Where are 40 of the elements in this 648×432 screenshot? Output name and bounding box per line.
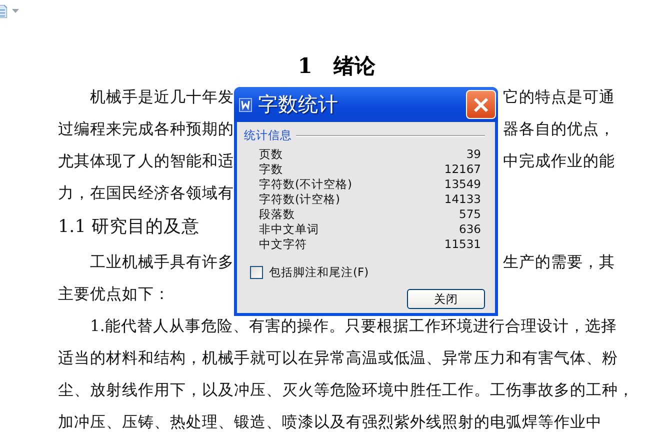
- dropdown-caret-icon[interactable]: [12, 9, 19, 13]
- body-text: 主要优点如下：: [58, 284, 170, 305]
- chapter-heading: 1 绪论: [296, 52, 376, 80]
- close-button[interactable]: [466, 90, 496, 119]
- stat-value: 12167: [444, 162, 481, 177]
- body-text: 机械手是近几十年发: [90, 87, 234, 108]
- close-dialog-button[interactable]: 关闭: [407, 289, 485, 309]
- dialog-title: 字数统计: [258, 91, 339, 118]
- stat-value: 636: [459, 222, 481, 237]
- body-text: 过编程来完成各种预期的: [58, 119, 234, 140]
- body-text: 加冲压、压铸、热处理、锻造、喷漆以及有强烈紫外线照射的电弧焊等作业中: [58, 412, 602, 432]
- stat-label: 非中文单词: [259, 222, 319, 237]
- body-text: 1.能代替人从事危险、有害的操作。只要根据工作环境进行合理设计，选择: [90, 316, 617, 337]
- document-icon[interactable]: [0, 4, 7, 18]
- body-text: 器各自的优点，: [503, 119, 615, 140]
- group-label: 统计信息: [244, 128, 292, 143]
- body-text: 它的特点是可通: [503, 87, 615, 108]
- stat-label: 段落数: [259, 207, 295, 222]
- stat-value: 11531: [444, 237, 481, 252]
- checkbox[interactable]: [250, 266, 263, 279]
- body-text: 适当的材料和结构，机械手就可以在异常高温或低温、异常压力和有害气体、粉: [58, 348, 618, 369]
- body-text: 1.1 研究目的及意: [58, 216, 200, 239]
- stat-value: 14133: [444, 192, 481, 207]
- body-text: 力，在国民经济各领域有: [58, 183, 234, 204]
- body-text: 中完成作业的能: [503, 151, 615, 172]
- stat-value: 39: [466, 147, 481, 162]
- stat-label: 页数: [259, 147, 283, 162]
- stat-label: 字数: [259, 162, 283, 177]
- checkbox-label[interactable]: 包括脚注和尾注(F): [269, 265, 369, 280]
- body-text: 尤其体现了人的智能和适: [58, 151, 234, 172]
- body-text: 生产的需要，其: [503, 252, 615, 273]
- stat-value: 13549: [444, 177, 481, 192]
- app-icon: [239, 98, 252, 112]
- stat-label: 中文字符: [259, 237, 307, 252]
- stat-label: 字符数(不计空格): [259, 177, 352, 192]
- body-text: 尘、放射线作用下，以及冲压、灭火等危险环境中胜任工作。工伤事故多的工种，: [58, 380, 634, 401]
- stat-label: 字符数(计空格): [259, 192, 340, 207]
- close-icon: [472, 96, 490, 114]
- stat-value: 575: [459, 207, 481, 222]
- body-text: 工业机械手具有许多: [90, 252, 234, 273]
